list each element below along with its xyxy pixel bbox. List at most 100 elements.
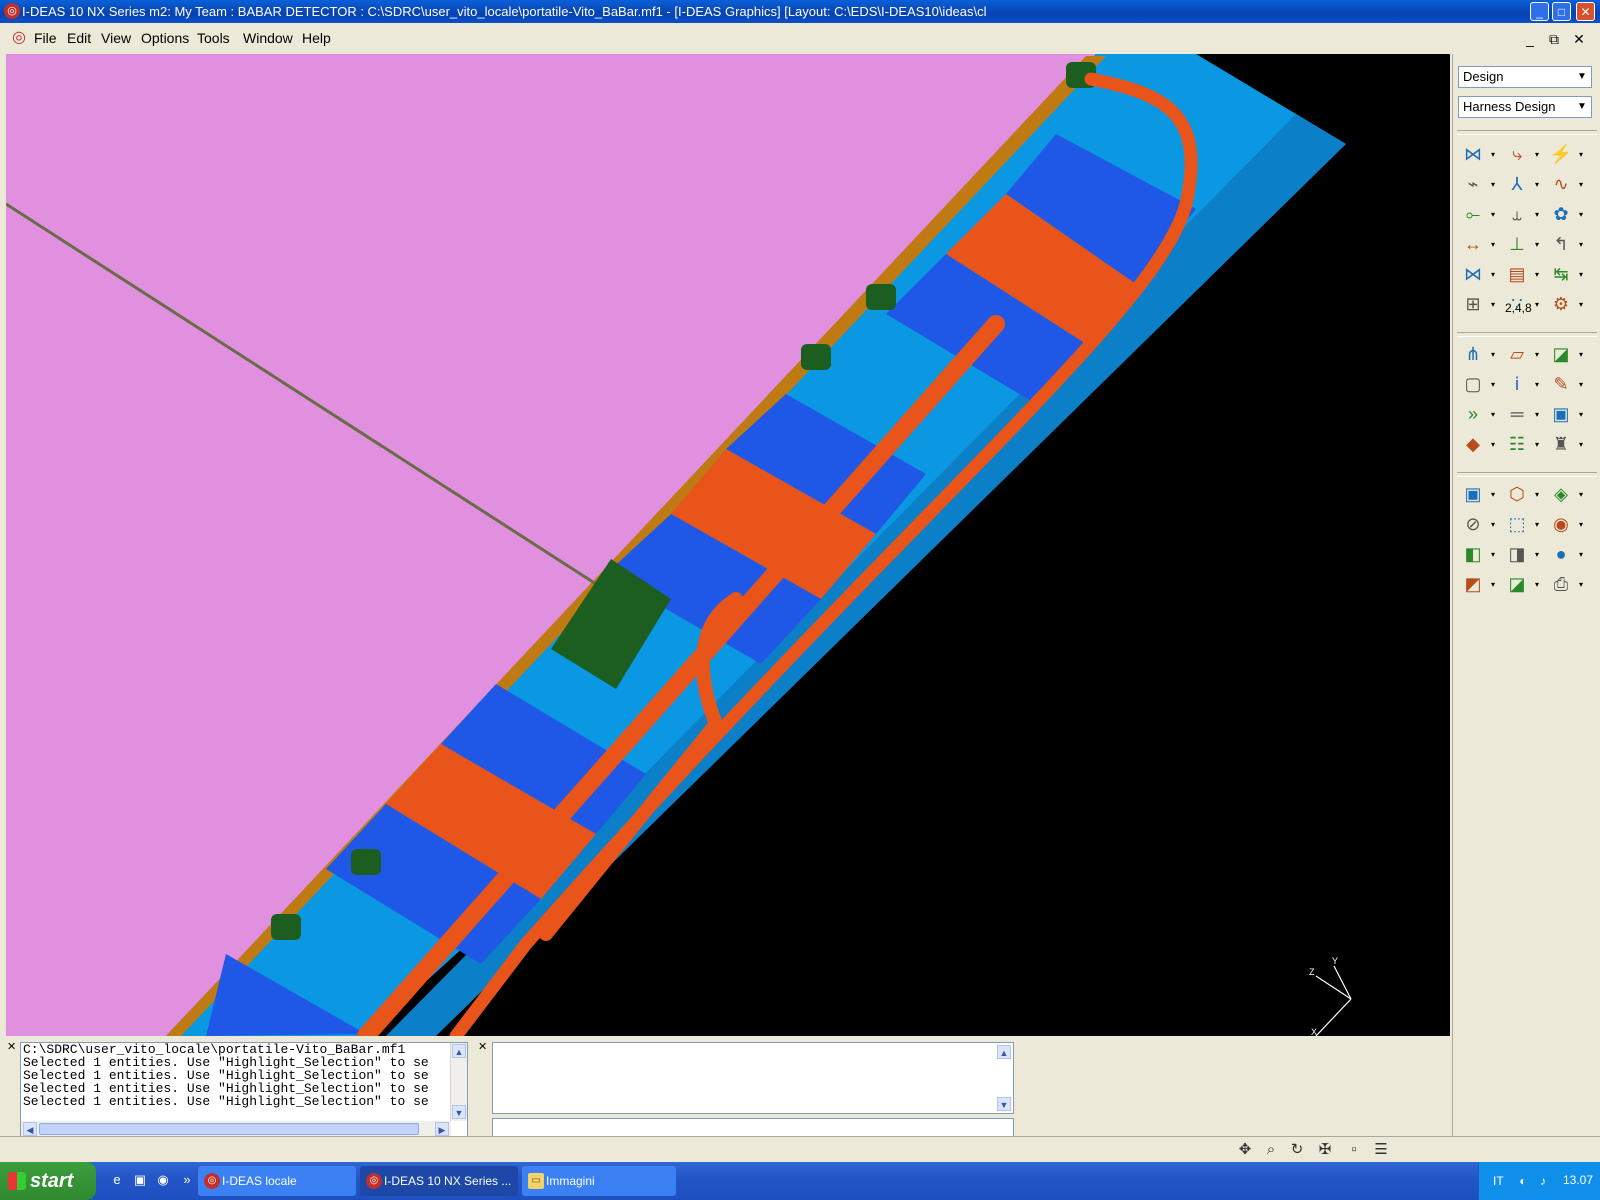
gauge-button[interactable]: ∵ ▾ — [1505, 292, 1539, 316]
dropdown-arrow-icon[interactable]: ▾ — [1535, 490, 1539, 499]
close-log-icon[interactable]: ✕ — [7, 1040, 16, 1053]
more-icon[interactable]: » — [178, 1171, 196, 1189]
sketch-button[interactable]: ▱ ▾ — [1505, 342, 1539, 366]
mdi-restore-button[interactable]: ⧉ — [1545, 31, 1563, 47]
dropdown-arrow-icon[interactable]: ▾ — [1579, 550, 1583, 559]
app-icon[interactable]: ◎ — [4, 3, 20, 19]
dropdown-arrow-icon[interactable]: ▾ — [1535, 270, 1539, 279]
ruler-button[interactable]: ═ ▾ — [1505, 402, 1539, 426]
dropdown-arrow-icon[interactable]: ▾ — [1491, 490, 1495, 499]
dimension-button[interactable]: ↔ ▾ — [1461, 232, 1495, 256]
log-horizontal-scrollbar[interactable]: ◀ ▶ — [21, 1121, 451, 1137]
measure-button[interactable]: ⊥ ▾ — [1505, 232, 1539, 256]
dropdown-arrow-icon[interactable]: ▾ — [1491, 240, 1495, 249]
mdi-close-button[interactable]: ✕ — [1570, 31, 1588, 47]
frame-button[interactable]: ▢ ▾ — [1461, 372, 1495, 396]
dropdown-arrow-icon[interactable]: ▾ — [1579, 490, 1583, 499]
dropdown-arrow-icon[interactable]: ▾ — [1579, 300, 1583, 309]
bom-button[interactable]: ▤ ▾ — [1505, 262, 1539, 286]
dropdown-arrow-icon[interactable]: ▾ — [1491, 440, 1495, 449]
dropdown-arrow-icon[interactable]: ▾ — [1491, 520, 1495, 529]
dropdown-arrow-icon[interactable]: ▾ — [1491, 180, 1495, 189]
dropdown-arrow-icon[interactable]: ▾ — [1535, 350, 1539, 359]
cable-button[interactable]: ⌁ ▾ — [1461, 172, 1495, 196]
dropdown-arrow-icon[interactable]: ▾ — [1491, 300, 1495, 309]
language-indicator[interactable]: IT — [1493, 1174, 1504, 1188]
menu-options[interactable]: Options — [141, 30, 189, 46]
desktop-icon[interactable]: ▣ — [131, 1171, 149, 1189]
menu-edit[interactable]: Edit — [67, 30, 91, 46]
scroll-right-icon[interactable]: ▶ — [435, 1122, 449, 1136]
dropdown-arrow-icon[interactable]: ▾ — [1535, 550, 1539, 559]
menu-icon[interactable]: ☰ — [1372, 1141, 1390, 1159]
dropdown-arrow-icon[interactable]: ▾ — [1535, 520, 1539, 529]
dropdown-arrow-icon[interactable]: ▾ — [1535, 580, 1539, 589]
start-button[interactable]: start — [0, 1162, 96, 1200]
bend-button[interactable]: ↰ ▾ — [1549, 232, 1583, 256]
menu-window[interactable]: Window — [243, 30, 293, 46]
zoom-icon[interactable]: ⌕ — [1262, 1141, 1280, 1159]
mdi-minimize-button[interactable]: _ — [1521, 31, 1539, 47]
dropdown-arrow-icon[interactable]: ▾ — [1491, 270, 1495, 279]
info-button[interactable]: ⅰ ▾ — [1505, 372, 1539, 396]
window-icon[interactable]: ▫ — [1345, 1141, 1363, 1159]
eye-button[interactable]: ◉ ▾ — [1549, 512, 1583, 536]
cube-button[interactable]: ▣ ▾ — [1549, 402, 1583, 426]
dropdown-arrow-icon[interactable]: ▾ — [1535, 150, 1539, 159]
dropdown-arrow-icon[interactable]: ▾ — [1535, 210, 1539, 219]
menu-tools[interactable]: Tools — [197, 30, 230, 46]
scroll-up-icon[interactable]: ▲ — [452, 1044, 466, 1058]
volume-icon[interactable]: ♪ — [1535, 1173, 1551, 1189]
branch-button[interactable]: ⅄ ▾ — [1505, 172, 1540, 196]
dropdown-arrow-icon[interactable]: ▾ — [1535, 300, 1539, 309]
dropdown-arrow-icon[interactable]: ▾ — [1579, 380, 1583, 389]
chevron-down-icon[interactable]: ▼ — [1575, 99, 1589, 115]
dropdown-arrow-icon[interactable]: ▾ — [1579, 240, 1583, 249]
dropdown-arrow-icon[interactable]: ▾ — [1579, 580, 1583, 589]
dropdown-arrow-icon[interactable]: ▾ — [1491, 550, 1495, 559]
route-path-button[interactable]: ⤷ ▾ — [1505, 142, 1539, 166]
node-button[interactable]: ⋈ ▾ — [1461, 262, 1495, 286]
minimize-button[interactable]: _ — [1530, 2, 1549, 21]
dropdown-arrow-icon[interactable]: ▾ — [1535, 380, 1539, 389]
dropdown-arrow-icon[interactable]: ▾ — [1535, 410, 1539, 419]
route-wire-button[interactable]: ⋈ ▾ — [1461, 142, 1495, 166]
dropdown-arrow-icon[interactable]: ▾ — [1535, 180, 1539, 189]
dropdown-arrow-icon[interactable]: ▾ — [1579, 150, 1583, 159]
split-button[interactable]: ⟜ ▾ — [1461, 202, 1495, 226]
log-vertical-scrollbar[interactable]: ▲ ▼ — [450, 1043, 467, 1121]
task-immagini[interactable]: ▭ Immagini — [522, 1166, 676, 1196]
dropdown-arrow-icon[interactable]: ▾ — [1491, 210, 1495, 219]
rotate-icon[interactable]: ↻ — [1288, 1141, 1306, 1159]
document-icon[interactable]: ◎ — [12, 29, 30, 47]
dropdown-arrow-icon[interactable]: ▾ — [1579, 520, 1583, 529]
dropdown-arrow-icon[interactable]: ▾ — [1579, 440, 1583, 449]
person-button[interactable]: ♜ ▾ — [1549, 432, 1583, 456]
dropdown-arrow-icon[interactable]: ▾ — [1535, 240, 1539, 249]
model-view[interactable]: Z Y X — [6, 54, 1450, 1036]
scroll-left-icon[interactable]: ◀ — [23, 1122, 37, 1136]
list-button[interactable]: ☷ ▾ — [1505, 432, 1539, 456]
message-log[interactable]: C:\SDRC\user_vito_locale\portatile-Vito_… — [20, 1042, 468, 1138]
view-yz-button[interactable]: ◪ ▾ — [1505, 572, 1539, 596]
scroll-up-icon[interactable]: ▲ — [997, 1045, 1011, 1059]
menu-view[interactable]: View — [101, 30, 131, 46]
bundle-button[interactable]: ⚙ ▾ — [1549, 292, 1583, 316]
task-ideas-graphics[interactable]: ◎ I-DEAS 10 NX Series ... — [360, 1166, 518, 1196]
task-dropdown[interactable]: Harness Design ▼ — [1458, 96, 1592, 118]
zoom-button[interactable]: ⊘ ▾ — [1461, 512, 1495, 536]
close-button[interactable]: ✕ — [1576, 2, 1595, 21]
length-button[interactable]: ↹ ▾ — [1549, 262, 1583, 286]
dropdown-arrow-icon[interactable]: ▾ — [1491, 150, 1495, 159]
print-button[interactable]: ⎙ ▾ — [1549, 572, 1583, 596]
paint-button[interactable]: ✎ ▾ — [1549, 372, 1583, 396]
menu-help[interactable]: Help — [302, 30, 331, 46]
eraser-button[interactable]: ◆ ▾ — [1461, 432, 1495, 456]
pan-icon[interactable]: ✥ — [1236, 1141, 1254, 1159]
ie-icon[interactable]: e — [108, 1171, 126, 1189]
view-icon[interactable]: ✠ — [1316, 1141, 1334, 1159]
chevron-down-icon[interactable]: ▼ — [1575, 69, 1589, 85]
view-wireframe-button[interactable]: ⬡ ▾ — [1505, 482, 1539, 506]
harness-button[interactable]: ∿ ▾ — [1549, 172, 1583, 196]
scroll-down-icon[interactable]: ▼ — [997, 1097, 1011, 1111]
